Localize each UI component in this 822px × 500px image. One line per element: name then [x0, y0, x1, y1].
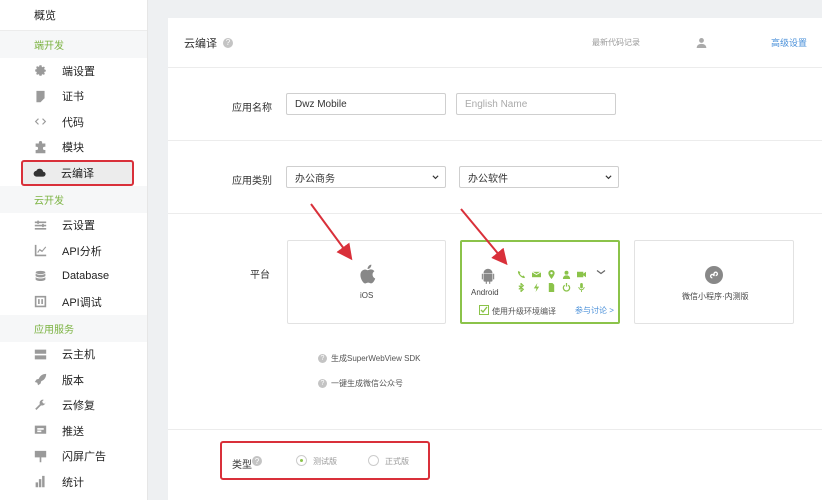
chart-line-icon — [34, 244, 47, 257]
upgrade-env-checkbox[interactable] — [479, 305, 489, 315]
sidebar-item-splash-ad[interactable]: 闪屏广告 — [0, 444, 147, 470]
help-icon[interactable]: ? — [223, 37, 233, 48]
puzzle-icon — [34, 140, 47, 154]
main-panel: 云编译 ? 最新代码记录 高级设置 应用名称 Dwz Mobile Englis… — [168, 18, 822, 500]
sidebar-item-cloud-settings[interactable]: 云设置 — [0, 213, 147, 239]
chevron-down-icon[interactable] — [596, 269, 606, 276]
app-name-input[interactable]: Dwz Mobile — [286, 93, 446, 115]
sidebar-item-database[interactable]: Database — [0, 264, 147, 290]
code-icon — [34, 115, 47, 128]
sidebar: 概览 端开发 端设置 证书 代码 模块 云编译 云开发 云设置 API分析 Da… — [0, 0, 148, 500]
cloud-icon — [33, 166, 46, 179]
superwebview-note[interactable]: ? 生成SuperWebView SDK — [318, 353, 421, 364]
category-primary-select[interactable]: 办公商务 — [286, 166, 446, 188]
page-title: 云编译 — [184, 37, 217, 50]
chevron-down-icon — [605, 175, 612, 180]
platform-wechat-label: 微信小程序·内测版 — [682, 292, 749, 301]
help-icon: ? — [318, 354, 327, 363]
debug-icon — [34, 295, 47, 308]
sidebar-item-api-analysis[interactable]: API分析 — [0, 238, 147, 264]
contact-icon — [562, 270, 571, 279]
sidebar-item-client-settings[interactable]: 端设置 — [0, 58, 147, 84]
advanced-settings-link[interactable]: 高级设置 — [771, 36, 807, 49]
chevron-down-icon — [432, 175, 439, 180]
bar-chart-icon — [34, 475, 47, 488]
billboard-icon — [34, 450, 47, 463]
discuss-link[interactable]: 参与讨论 > — [575, 305, 614, 316]
database-icon — [34, 270, 47, 283]
android-icon — [481, 268, 495, 284]
sidebar-item-certificate[interactable]: 证书 — [0, 84, 147, 110]
app-category-row: 应用类别 办公商务 办公软件 — [168, 141, 822, 214]
latest-records-link[interactable]: 最新代码记录 — [592, 37, 640, 48]
wechat-public-note[interactable]: ? 一键生成微信公众号 — [318, 378, 403, 389]
sidebar-item-api-debug[interactable]: API调试 — [0, 289, 147, 315]
app-name-label: 应用名称 — [232, 103, 272, 114]
english-name-input[interactable]: English Name — [456, 93, 616, 115]
sidebar-item-overview[interactable]: 概览 — [0, 0, 147, 31]
sidebar-section-app-services: 应用服务 — [0, 314, 147, 342]
help-icon: ? — [318, 379, 327, 388]
server-icon — [34, 348, 47, 361]
microphone-icon — [578, 283, 585, 292]
platform-card-ios[interactable]: iOS — [287, 240, 446, 324]
gear-icon — [34, 64, 47, 77]
platform-android-label: Android — [471, 288, 499, 297]
video-camera-icon — [577, 271, 586, 278]
app-category-label: 应用类别 — [232, 176, 272, 187]
platform-label: 平台 — [250, 270, 270, 281]
sidebar-item-cloud-compile[interactable]: 云编译 — [21, 160, 134, 186]
sidebar-section-client-dev: 端开发 — [0, 31, 147, 58]
certificate-icon — [34, 90, 47, 103]
power-icon — [562, 283, 571, 292]
mail-icon — [532, 271, 541, 278]
platform-ios-label: iOS — [360, 291, 374, 300]
apple-icon — [360, 264, 376, 284]
check-icon — [480, 306, 488, 314]
location-pin-icon — [548, 270, 555, 279]
platform-card-android[interactable]: Android 使用升级环境编译 参与讨论 > — [460, 240, 620, 324]
phone-icon — [517, 270, 526, 279]
sidebar-item-code[interactable]: 代码 — [0, 109, 147, 135]
platform-card-wechat-miniprogram[interactable]: 微信小程序·内测版 — [634, 240, 794, 324]
sidebar-item-cloud-host[interactable]: 云主机 — [0, 342, 147, 368]
sidebar-item-cloud-fix[interactable]: 云修复 — [0, 393, 147, 419]
lightning-icon — [533, 283, 540, 292]
document-icon — [548, 283, 555, 292]
type-highlight-box — [220, 441, 430, 480]
push-icon — [34, 424, 47, 437]
category-secondary-select[interactable]: 办公软件 — [459, 166, 619, 188]
sidebar-item-statistics[interactable]: 统计 — [0, 469, 147, 495]
user-icon[interactable] — [696, 37, 707, 48]
rocket-icon — [34, 373, 47, 386]
sliders-icon — [34, 219, 47, 232]
bluetooth-icon — [518, 283, 525, 292]
upgrade-env-label: 使用升级环境编译 — [492, 307, 556, 316]
wrench-icon — [34, 399, 47, 412]
panel-header: 云编译 ? 最新代码记录 高级设置 — [168, 18, 822, 68]
app-name-row: 应用名称 Dwz Mobile English Name — [168, 68, 822, 141]
mini-program-icon — [705, 266, 723, 284]
sidebar-section-cloud-dev: 云开发 — [0, 185, 147, 213]
sidebar-item-module[interactable]: 模块 — [0, 135, 147, 161]
sidebar-item-push[interactable]: 推送 — [0, 418, 147, 444]
sidebar-item-version[interactable]: 版本 — [0, 367, 147, 393]
platform-row: 平台 iOS Android 使用升级环境编译 参与讨论 > 微信小程序·内测版… — [168, 214, 822, 430]
